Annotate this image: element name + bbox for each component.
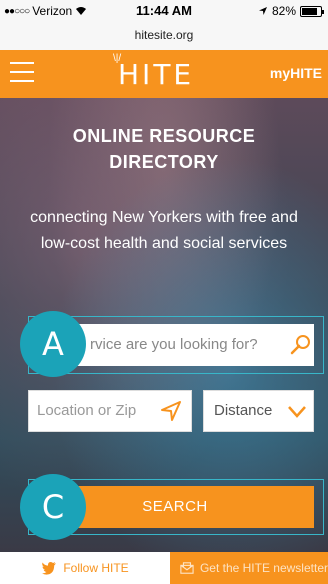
battery-fill	[302, 7, 317, 15]
chevron-down-icon	[288, 406, 306, 418]
url-bar[interactable]: hitesite.org	[0, 28, 328, 42]
badge-a: A	[20, 311, 86, 377]
newsletter-label: Get the HITE newsletter	[199, 561, 328, 575]
app-header: \|/ HITE myHITE	[0, 50, 328, 98]
envelope-icon	[180, 562, 194, 574]
hero-section: ONLINE RESOURCE DIRECTORY connecting New…	[0, 98, 328, 552]
title-line-2: DIRECTORY	[109, 152, 219, 172]
footer-bar: Follow HITE Get the HITE newsletter	[0, 552, 328, 584]
battery-percent: 82%	[271, 4, 296, 18]
follow-hite-button[interactable]: Follow HITE	[0, 552, 170, 584]
location-arrow-icon[interactable]	[161, 401, 181, 421]
distance-select[interactable]: Distance	[203, 390, 314, 432]
hite-logo[interactable]: HITE	[118, 58, 194, 91]
battery-icon	[300, 5, 324, 17]
search-icon[interactable]	[290, 333, 312, 355]
hamburger-menu-icon[interactable]	[10, 62, 34, 84]
newsletter-button[interactable]: Get the HITE newsletter	[170, 552, 328, 584]
title-line-1: ONLINE RESOURCE	[72, 126, 256, 146]
status-bar: ●●○○○ Verizon 11:44 AM hitesite.org 82%	[0, 0, 328, 50]
badge-c: C	[20, 474, 86, 540]
hero-subtitle: connecting New Yorkers with free and low…	[30, 209, 298, 252]
twitter-bird-icon	[42, 562, 57, 575]
status-right: 82%	[258, 4, 324, 18]
follow-label: Follow HITE	[63, 561, 129, 575]
service-search-value: rvice are you looking for?	[90, 336, 258, 353]
distance-label: Distance	[214, 402, 273, 419]
location-placeholder: Location or Zip	[37, 402, 137, 419]
location-input[interactable]: Location or Zip	[28, 390, 192, 432]
page-title: ONLINE RESOURCE DIRECTORY	[0, 123, 328, 175]
myhite-link[interactable]: myHITE	[270, 65, 322, 81]
location-arrow-icon	[258, 7, 267, 15]
